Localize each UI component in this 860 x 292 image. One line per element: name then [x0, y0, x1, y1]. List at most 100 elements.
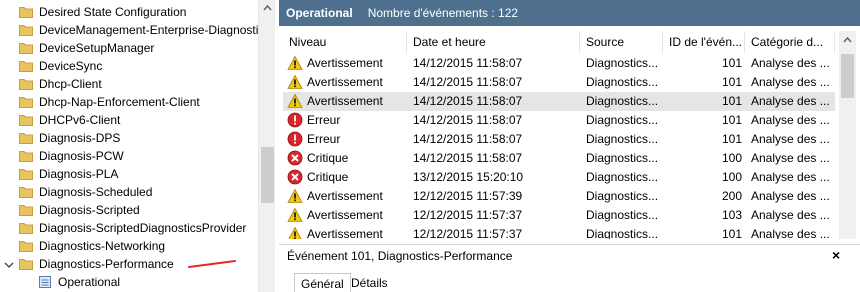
- folder-icon: [19, 132, 33, 144]
- tree-scrollbar[interactable]: [258, 0, 275, 292]
- cell-event-id: 100: [721, 151, 742, 165]
- cell-source: Diagnostics...: [586, 132, 659, 146]
- cell-event-id: 200: [721, 189, 742, 203]
- column-category[interactable]: Catégorie d...: [745, 31, 835, 53]
- table-row[interactable]: Avertissement 14/12/2015 11:58:07 Diagnost…: [283, 73, 835, 92]
- tree-item[interactable]: DeviceSync: [0, 57, 258, 75]
- tree-scroll-thumb[interactable]: [261, 147, 274, 203]
- tree-item-label: DeviceSync: [39, 59, 103, 73]
- tree-item-label: Diagnosis-ScriptedDiagnosticsProvider: [39, 221, 247, 235]
- cell-level: Erreur: [307, 132, 341, 146]
- cell-source: Diagnostics...: [586, 227, 659, 239]
- log-view-pane: Operational Nombre d'événements : 122 Ni…: [279, 0, 860, 292]
- tree-item[interactable]: Diagnostics-Networking: [0, 237, 258, 255]
- tree-item[interactable]: DeviceSetupManager: [0, 39, 258, 57]
- cell-category: Analyse des ...: [751, 208, 830, 222]
- tree-item[interactable]: DeviceManagement-Enterprise-Diagnosti: [0, 21, 258, 39]
- folder-icon: [19, 186, 33, 198]
- cell-event-id: 101: [721, 227, 742, 239]
- event-detail-panel: Événement 101, Diagnostics-Performance ×…: [279, 244, 860, 292]
- tree-item[interactable]: DHCPv6-Client: [0, 111, 258, 129]
- cell-event-id: 101: [721, 94, 742, 108]
- column-datetime[interactable]: Date et heure: [407, 31, 580, 53]
- folder-icon: [19, 6, 33, 18]
- cell-event-id: 101: [721, 113, 742, 127]
- cell-source: Diagnostics...: [586, 113, 659, 127]
- tree-item-label: Desired State Configuration: [39, 5, 187, 19]
- cell-level: Avertissement: [307, 56, 383, 70]
- cell-datetime: 14/12/2015 11:58:07: [413, 113, 523, 127]
- tree-item[interactable]: Desired State Configuration: [0, 3, 258, 21]
- tree-item[interactable]: Diagnosis-ScriptedDiagnosticsProvider: [0, 219, 258, 237]
- tree-item-operational[interactable]: Operational: [0, 273, 258, 291]
- tree-item-label: DHCPv6-Client: [39, 113, 121, 127]
- tree-item[interactable]: Diagnosis-DPS: [0, 129, 258, 147]
- tree-item[interactable]: Diagnosis-PCW: [0, 147, 258, 165]
- cell-source: Diagnostics...: [586, 189, 659, 203]
- cell-source: Diagnostics...: [586, 94, 659, 108]
- tab-general[interactable]: Général: [294, 273, 351, 292]
- table-row[interactable]: Critique 14/12/2015 11:58:07 Diagnostics..…: [283, 149, 835, 168]
- tree-item[interactable]: Diagnosis-Scheduled: [0, 183, 258, 201]
- tree-item[interactable]: Dhcp-Client: [0, 75, 258, 93]
- cell-datetime: 14/12/2015 11:58:07: [413, 75, 523, 89]
- column-level[interactable]: Niveau: [283, 31, 407, 53]
- folder-icon: [19, 24, 33, 36]
- tree-item-label: Diagnosis-Scripted: [39, 203, 140, 217]
- event-count: Nombre d'événements : 122: [367, 6, 519, 20]
- tree-item-label: DeviceManagement-Enterprise-Diagnosti: [39, 23, 258, 37]
- cell-datetime: 14/12/2015 11:58:07: [413, 151, 523, 165]
- table-row[interactable]: Avertissement 14/12/2015 11:58:07 Diagnost…: [283, 54, 835, 73]
- table-row[interactable]: Erreur 14/12/2015 11:58:07 Diagnostics... 1…: [283, 130, 835, 149]
- warning-icon: [287, 226, 303, 239]
- close-icon[interactable]: ×: [832, 248, 846, 262]
- grid-scrollbar[interactable]: [839, 31, 856, 239]
- log-icon: [38, 275, 52, 289]
- table-row[interactable]: Avertissement 12/12/2015 11:57:39 Diagnost…: [283, 187, 835, 206]
- table-row[interactable]: Avertissement 12/12/2015 11:57:37 Diagnost…: [283, 225, 835, 239]
- chevron-down-icon[interactable]: [4, 259, 14, 269]
- event-log-tree: Desired State Configuration DeviceManagem…: [0, 0, 258, 292]
- cell-category: Analyse des ...: [751, 170, 830, 184]
- tab-details[interactable]: Détails: [345, 273, 394, 292]
- table-row[interactable]: Avertissement 12/12/2015 11:57:37 Diagnost…: [283, 206, 835, 225]
- folder-icon: [19, 222, 33, 234]
- cell-level: Critique: [307, 151, 349, 165]
- tree-item[interactable]: Dhcp-Nap-Enforcement-Client: [0, 93, 258, 111]
- cell-level: Avertissement: [307, 227, 383, 239]
- cell-level: Avertissement: [307, 75, 383, 89]
- warning-icon: [287, 74, 303, 90]
- grid-scroll-thumb[interactable]: [841, 54, 854, 98]
- events-grid: Niveau Date et heure Source ID de l'évén…: [283, 31, 860, 239]
- cell-category: Analyse des ...: [751, 113, 830, 127]
- table-row[interactable]: Avertissement 14/12/2015 11:58:07 Diagnost…: [283, 92, 835, 111]
- cell-source: Diagnostics...: [586, 56, 659, 70]
- event-detail-title: Événement 101, Diagnostics-Performance: [287, 249, 513, 263]
- cell-level: Erreur: [307, 113, 341, 127]
- folder-icon: [19, 60, 33, 72]
- cell-source: Diagnostics...: [586, 151, 659, 165]
- tree-item-label: DeviceSetupManager: [39, 41, 155, 55]
- tree-item[interactable]: Diagnosis-Scripted: [0, 201, 258, 219]
- column-event-id[interactable]: ID de l'évén...: [663, 31, 745, 53]
- table-row[interactable]: Critique 13/12/2015 15:20:10 Diagnostics..…: [283, 168, 835, 187]
- cell-source: Diagnostics...: [586, 170, 659, 184]
- warning-icon: [287, 188, 303, 204]
- tree-item[interactable]: Diagnosis-PLA: [0, 165, 258, 183]
- scroll-up-icon[interactable]: [843, 36, 852, 45]
- cell-datetime: 14/12/2015 11:58:07: [413, 56, 523, 70]
- cell-category: Analyse des ...: [751, 151, 830, 165]
- tree-item-label: Diagnostics-Networking: [39, 239, 166, 253]
- cell-source: Diagnostics...: [586, 75, 659, 89]
- scroll-up-icon[interactable]: [263, 4, 272, 13]
- folder-icon: [19, 78, 33, 90]
- folder-icon: [19, 114, 33, 126]
- column-source[interactable]: Source: [580, 31, 663, 53]
- tree-item-label: Dhcp-Nap-Enforcement-Client: [39, 95, 200, 109]
- tree-item-label: Dhcp-Client: [39, 77, 102, 91]
- table-row[interactable]: Erreur 14/12/2015 11:58:07 Diagnostics... 1…: [283, 111, 835, 130]
- critical-icon: [287, 150, 303, 166]
- folder-icon: [19, 204, 33, 216]
- cell-event-id: 103: [721, 208, 742, 222]
- cell-category: Analyse des ...: [751, 189, 830, 203]
